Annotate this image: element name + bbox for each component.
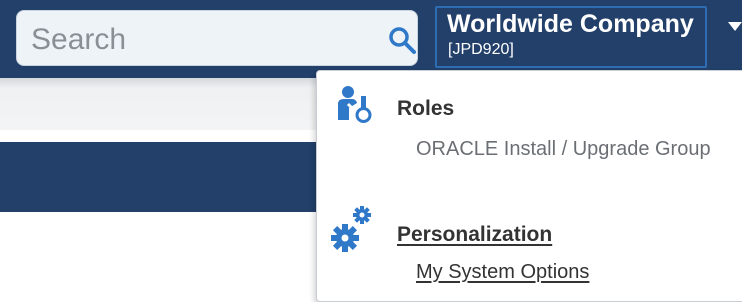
personalization-link[interactable]: Personalization	[397, 223, 552, 247]
divider	[0, 130, 316, 142]
user-menu-dropdown: Roles ORACLE Install / Upgrade Group Per…	[316, 70, 742, 302]
role-item[interactable]: ORACLE Install / Upgrade Group	[416, 134, 736, 165]
company-code: [JPD920]	[448, 41, 514, 58]
company-name: Worldwide Company	[447, 10, 694, 38]
search-input[interactable]	[29, 19, 363, 61]
my-system-options-link[interactable]: My System Options	[416, 261, 589, 284]
search-box[interactable]	[16, 10, 418, 66]
user-roles-icon	[338, 86, 372, 123]
top-header: Worldwide Company [JPD920]	[0, 0, 742, 78]
gears-icon	[331, 206, 371, 252]
content-area	[0, 212, 316, 286]
section-header-band	[0, 142, 316, 212]
search-icon[interactable]	[387, 25, 417, 55]
company-selector[interactable]: Worldwide Company [JPD920]	[435, 6, 707, 68]
chevron-down-icon[interactable]	[728, 22, 742, 31]
roles-heading: Roles	[397, 97, 455, 120]
